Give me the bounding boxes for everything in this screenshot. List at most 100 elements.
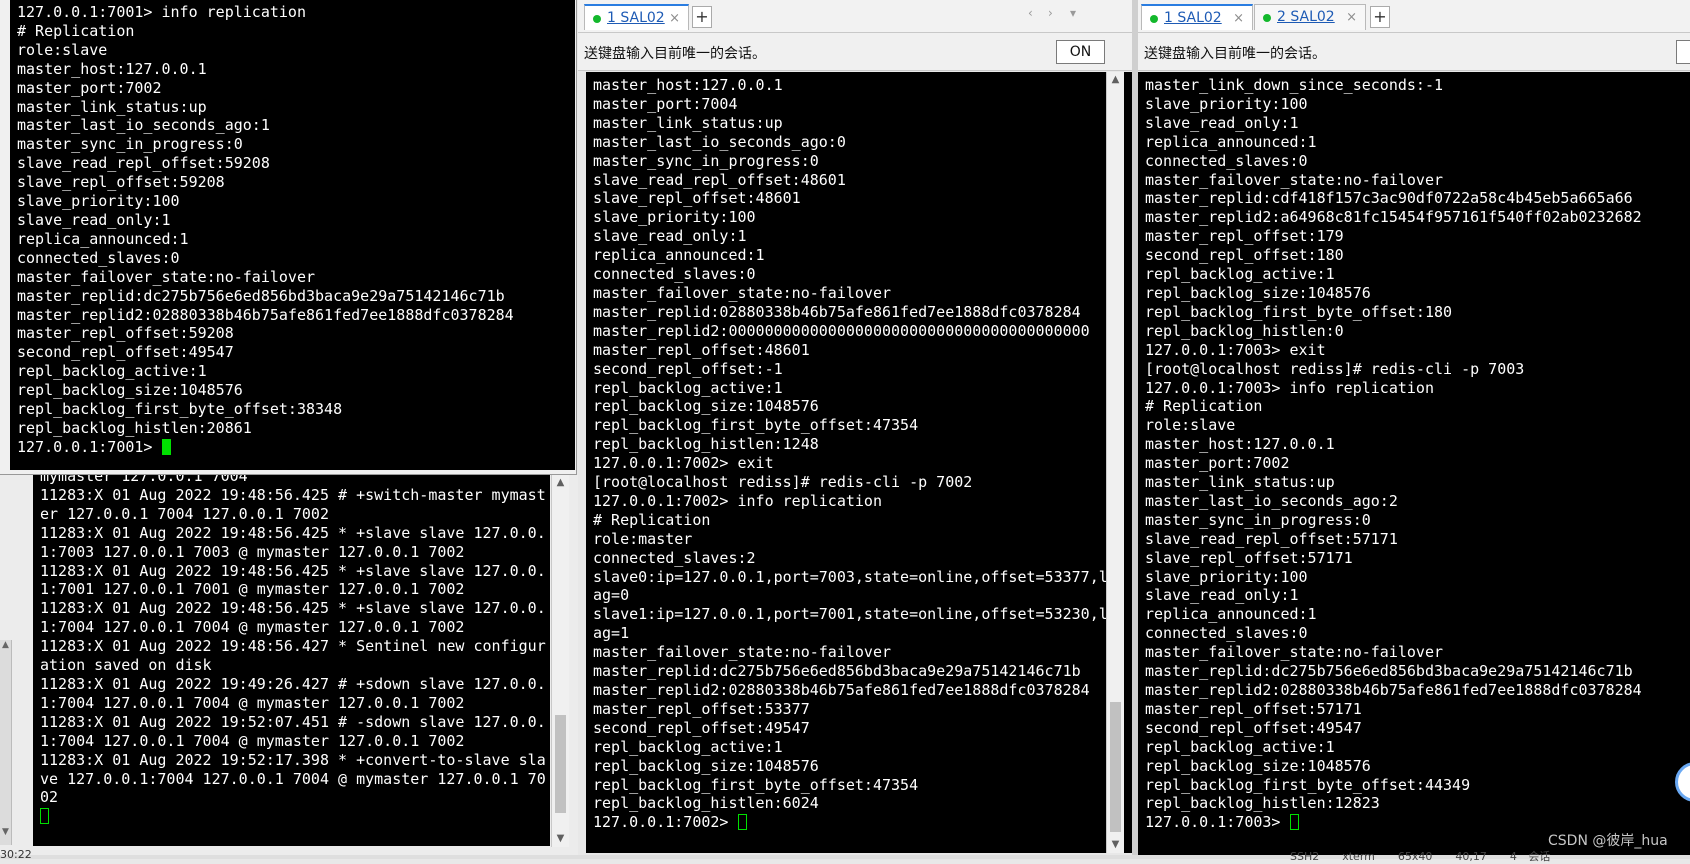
chevron-up-icon[interactable]: ▲: [1107, 72, 1124, 88]
terminal-line: repl_backlog_first_byte_offset:38348: [17, 400, 343, 419]
terminal-line: role:master: [593, 529, 693, 548]
terminal-line: master_sync_in_progress:0: [17, 135, 243, 154]
terminal-line: master_failover_state:no-failover: [1145, 643, 1444, 662]
chevron-down-icon[interactable]: ▼: [0, 827, 11, 845]
terminal-right-prompt: 127.0.0.1:7003>: [1145, 813, 1290, 832]
terminal-line: 11283:X 01 Aug 2022 19:48:56.425 * +slav…: [40, 561, 546, 580]
add-tab-button[interactable]: +: [1370, 6, 1390, 28]
scroll-thumb[interactable]: [1110, 702, 1121, 832]
terminal-line: repl_backlog_active:1: [593, 737, 783, 756]
terminal-line: repl_backlog_first_byte_offset:180: [1145, 302, 1453, 321]
terminal-line: master_replid2:02880338b46b75afe861fed7e…: [1145, 681, 1642, 699]
terminal-line: slave_priority:100: [1145, 94, 1308, 113]
tab-bar-right: 1 SAL02 × 2 SAL02 × +: [1138, 0, 1690, 33]
terminal-b-scrollbar[interactable]: ▲ ▼: [551, 475, 569, 847]
terminal-line: slave_read_only:1: [1145, 113, 1299, 132]
terminal-middle-prompt-line[interactable]: 127.0.0.1:7002>: [593, 813, 1136, 832]
terminal-line: master_repl_offset:59208: [17, 324, 234, 343]
terminal-line: 11283:X 01 Aug 2022 19:48:56.425 # +swit…: [40, 485, 546, 504]
terminal-line: ation saved on disk: [40, 656, 212, 675]
terminal-line: # Replication: [1145, 397, 1263, 416]
terminal-line: connected_slaves:0: [17, 248, 180, 267]
terminal-line: ve 127.0.0.1:7004 127.0.0.1 7004 @ mymas…: [40, 769, 546, 788]
terminal-line: slave_read_only:1: [17, 210, 171, 229]
terminal-a-prompt-line[interactable]: 127.0.0.1:7001>: [17, 438, 575, 457]
send-keys-on-button[interactable]: ON: [1056, 40, 1105, 64]
terminal-line: 1:7003 127.0.0.1 7003 @ mymaster 127.0.0…: [40, 542, 465, 561]
close-icon[interactable]: ×: [669, 6, 680, 31]
terminal-line: master_port:7004: [593, 94, 738, 113]
terminal-line: 11283:X 01 Aug 2022 19:48:56.427 * Senti…: [40, 637, 546, 656]
terminal-line: master_link_status:up: [593, 113, 783, 132]
chevron-down-icon[interactable]: ▼: [1107, 837, 1124, 853]
send-keys-label: 送键盘输入目前唯一的会话。: [1144, 46, 1326, 62]
terminal-b-cursor-line[interactable]: [40, 807, 550, 826]
terminal-line: repl_backlog_active:1: [593, 378, 783, 397]
send-keys-on-button[interactable]: [1676, 40, 1690, 64]
terminal-line: master_replid:02880338b46b75afe861fed7ee…: [593, 302, 1081, 321]
tab-1-sal02[interactable]: 1 SAL02 ×: [1141, 4, 1253, 30]
terminal-a[interactable]: 127.0.0.1:7001> info replication # Replic…: [10, 0, 575, 470]
terminal-line: connected_slaves:0: [593, 265, 756, 284]
terminal-b[interactable]: mymaster 127.0.0.1 7004 11283:X 01 Aug 20…: [33, 475, 550, 846]
chevron-up-icon[interactable]: ▲: [552, 475, 569, 491]
terminal-line: ag=0: [593, 586, 630, 605]
terminal-line: replica_announced:1: [17, 229, 189, 248]
terminal-line: master_replid2:0000000000000000000000000…: [593, 321, 1090, 340]
terminal-line: connected_slaves:0: [1145, 624, 1308, 643]
cursor: [737, 814, 747, 831]
tab-label: 1 SAL02: [1164, 10, 1222, 26]
cursor: [161, 438, 171, 455]
cursor: [1289, 814, 1299, 831]
chevron-left-icon[interactable]: ‹: [1028, 6, 1033, 20]
terminal-line: 02: [40, 788, 59, 807]
terminal-line: master_failover_state:no-failover: [593, 643, 892, 662]
chevron-down-icon[interactable]: ▾: [1070, 6, 1076, 20]
terminal-line: 1:7004 127.0.0.1 7004 @ mymaster 127.0.0…: [40, 731, 465, 750]
terminal-line: repl_backlog_first_byte_offset:47354: [593, 775, 919, 794]
terminal-line: master_repl_offset:57171: [1145, 699, 1362, 718]
terminal-a-prompt: 127.0.0.1:7001>: [17, 437, 162, 456]
chevron-up-icon[interactable]: ▲: [0, 640, 11, 658]
terminal-line: 1:7004 127.0.0.1 7004 @ mymaster 127.0.0…: [40, 693, 465, 712]
close-icon[interactable]: ×: [1346, 5, 1357, 30]
connected-status-icon: [593, 15, 601, 23]
terminal-line: # Replication: [593, 510, 711, 529]
terminal-line: slave_read_only:1: [593, 227, 747, 246]
chevron-down-icon[interactable]: ▼: [552, 831, 569, 847]
scroll-thumb[interactable]: [555, 715, 566, 813]
terminal-line: repl_backlog_histlen:20861: [17, 418, 252, 437]
terminal-line: master_host:127.0.0.1: [1145, 435, 1335, 454]
tab-bar-middle: 1 SAL02 × + ‹ › ▾: [578, 0, 1138, 33]
terminal-line: replica_announced:1: [1145, 132, 1317, 151]
terminal-line: repl_backlog_size:1048576: [1145, 283, 1371, 302]
terminal-line: slave_repl_offset:59208: [17, 173, 225, 192]
terminal-middle-scrollbar[interactable]: ▲ ▼: [1106, 72, 1124, 853]
terminal-line: slave0:ip=127.0.0.1,port=7003,state=onli…: [593, 567, 1108, 586]
terminal-right[interactable]: master_link_down_since_seconds:-1 slave_p…: [1138, 72, 1690, 855]
chevron-right-icon[interactable]: ›: [1048, 6, 1053, 20]
terminal-b-output: mymaster 127.0.0.1 7004 11283:X 01 Aug 20…: [40, 475, 550, 807]
terminal-line: repl_backlog_size:1048576: [1145, 756, 1371, 775]
terminal-line: master_port:7002: [17, 78, 162, 97]
tab-1-sal02[interactable]: 1 SAL02 ×: [584, 4, 689, 30]
add-tab-button[interactable]: +: [692, 6, 712, 28]
terminal-line: master_last_io_seconds_ago:2: [1145, 491, 1398, 510]
terminal-line: 127.0.0.1:7002> info replication: [593, 491, 882, 510]
terminal-line: master_repl_offset:53377: [593, 699, 810, 718]
tab-2-sal02[interactable]: 2 SAL02 ×: [1254, 4, 1366, 30]
terminal-line: [root@localhost rediss]# redis-cli -p 70…: [593, 473, 973, 492]
terminal-line: master_port:7002: [1145, 454, 1290, 473]
close-icon[interactable]: ×: [1233, 6, 1244, 31]
terminal-line: repl_backlog_histlen:12823: [1145, 794, 1380, 813]
terminal-line: 127.0.0.1:7003> exit: [1145, 340, 1326, 359]
terminal-line: master_sync_in_progress:0: [593, 151, 819, 170]
terminal-line: repl_backlog_first_byte_offset:47354: [593, 416, 919, 435]
terminal-line: master_sync_in_progress:0: [1145, 510, 1371, 529]
terminal-line: role:slave: [17, 40, 108, 59]
terminal-middle[interactable]: master_host:127.0.0.1 master_port:7004 mas…: [586, 72, 1136, 853]
terminal-line: master_failover_state:no-failover: [593, 283, 892, 302]
terminal-line: repl_backlog_first_byte_offset:44349: [1145, 775, 1471, 794]
terminal-line: 1:7001 127.0.0.1 7001 @ mymaster 127.0.0…: [40, 580, 465, 599]
terminal-line: replica_announced:1: [593, 246, 765, 265]
